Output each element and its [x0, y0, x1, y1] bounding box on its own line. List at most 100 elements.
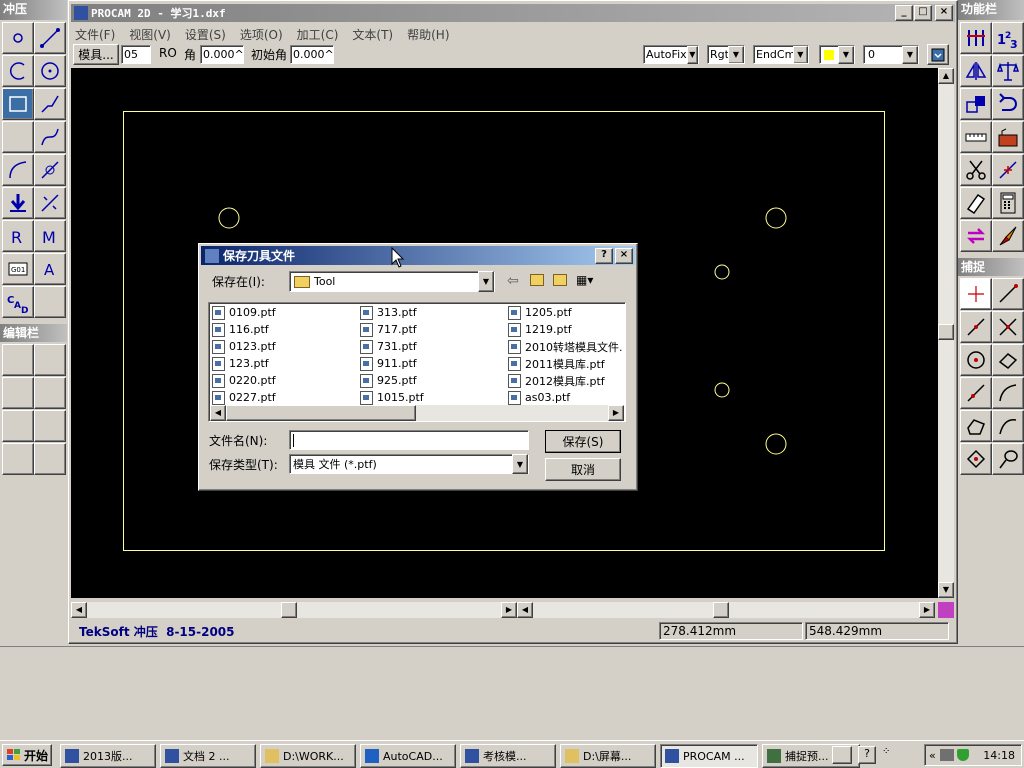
file-item[interactable]: 0227.ptf	[212, 389, 360, 406]
layer-manager-button[interactable]	[927, 44, 949, 65]
menu-settings[interactable]: 设置(S)	[185, 26, 226, 43]
file-item[interactable]: 925.ptf	[360, 372, 508, 389]
scroll-right-button[interactable]: ▶	[501, 602, 517, 618]
die-button[interactable]: 模具...	[73, 44, 119, 65]
snap-cross-button[interactable]	[960, 278, 992, 310]
filetype-select[interactable]: 模具 文件 (*.ptf) ▼	[289, 454, 529, 474]
file-item[interactable]: 123.ptf	[212, 355, 360, 372]
sequence-button[interactable]	[960, 22, 992, 54]
snap-tangent-button[interactable]	[992, 377, 1024, 409]
scroll-up-button[interactable]: ▲	[938, 68, 954, 84]
copy-button[interactable]	[960, 88, 992, 120]
save-in-select[interactable]: Tool ▼	[289, 271, 495, 292]
file-item[interactable]: 2012模具库.ptf	[508, 372, 626, 389]
snap-polygon-button[interactable]	[960, 410, 992, 442]
polyline-tool-button[interactable]	[34, 88, 66, 120]
macro-tool-button[interactable]: M	[34, 220, 66, 252]
menu-text[interactable]: 文本(T)	[352, 26, 393, 43]
cad-tool-button[interactable]: CAD	[2, 286, 34, 318]
menu-help[interactable]: 帮助(H)	[407, 26, 449, 43]
file-item[interactable]: 717.ptf	[360, 321, 508, 338]
snap-center-button[interactable]	[960, 344, 992, 376]
new-folder-icon[interactable]	[553, 274, 567, 286]
explode-button[interactable]	[992, 154, 1024, 186]
scroll-right-button[interactable]: ▶	[919, 602, 935, 618]
vertical-scrollbar[interactable]: ▲ ▼	[938, 68, 954, 598]
paint-button[interactable]	[992, 220, 1024, 252]
snap-perp-button[interactable]	[960, 443, 992, 475]
keyboard-icon[interactable]	[832, 746, 852, 764]
edit-slot[interactable]	[34, 377, 66, 409]
tray-expand-icon[interactable]: «	[929, 749, 936, 762]
start-button[interactable]: 开始	[2, 744, 52, 766]
help-button[interactable]: ?	[595, 247, 613, 264]
endcmp-select[interactable]: EndCmp▼	[753, 45, 809, 64]
scroll-thumb-horizontal[interactable]	[713, 602, 729, 618]
snap-end-button[interactable]	[992, 278, 1024, 310]
taskbar-item[interactable]: 考核模...	[460, 744, 556, 768]
numbering-button[interactable]: 123	[992, 22, 1024, 54]
punch-tool-button[interactable]	[2, 187, 34, 219]
snap-nearest-button[interactable]	[960, 377, 992, 409]
scroll-thumb-vertical[interactable]	[938, 324, 954, 340]
circle-tool-button[interactable]	[34, 55, 66, 87]
fillet-tool-button[interactable]	[2, 154, 34, 186]
scatter-tool-button[interactable]	[34, 187, 66, 219]
die-input[interactable]: 05	[121, 45, 151, 64]
cancel-button[interactable]: 取消	[545, 458, 621, 481]
menu-machining[interactable]: 加工(C)	[297, 26, 339, 43]
color-select[interactable]: ▼	[819, 45, 855, 64]
reference-tool-button[interactable]: R	[2, 220, 34, 252]
file-item[interactable]: 0109.ptf	[212, 304, 360, 321]
spline-tool-button[interactable]	[34, 121, 66, 153]
trim-tool-button[interactable]	[34, 154, 66, 186]
edit-slot[interactable]	[34, 410, 66, 442]
snap-intersect-button[interactable]	[992, 311, 1024, 343]
save-button[interactable]: 保存(S)	[545, 430, 621, 453]
edit-slot[interactable]	[2, 377, 34, 409]
gcode-tool-button[interactable]: G01	[2, 253, 34, 285]
file-item[interactable]: 0123.ptf	[212, 338, 360, 355]
toolbox-button[interactable]	[992, 121, 1024, 153]
rgt-select[interactable]: Rgt ▼	[707, 45, 745, 64]
file-list-hscroll[interactable]: ◀ ▶	[210, 405, 624, 421]
file-item[interactable]: 1205.ptf	[508, 304, 626, 321]
maximize-button[interactable]: □	[914, 5, 932, 21]
line-tool-button[interactable]	[34, 22, 66, 54]
arc-tool-button[interactable]	[2, 55, 34, 87]
horizontal-scrollbar-left[interactable]: ◀ ▶	[71, 602, 517, 618]
measure-button[interactable]	[960, 121, 992, 153]
menu-view[interactable]: 视图(V)	[129, 26, 171, 43]
edit-slot[interactable]	[34, 443, 66, 475]
filename-input[interactable]	[289, 430, 529, 450]
file-item[interactable]: 1015.ptf	[360, 389, 508, 406]
calculator-button[interactable]	[992, 187, 1024, 219]
horizontal-scrollbar-right[interactable]: ◀ ▶	[517, 602, 935, 618]
taskbar-item[interactable]: PROCAM ...	[660, 744, 758, 768]
taskbar-item[interactable]: D:\屏幕...	[560, 744, 656, 768]
scroll-left-button[interactable]: ◀	[71, 602, 87, 618]
angle-input[interactable]: 0.000^	[200, 45, 244, 64]
autofix-select[interactable]: AutoFix ▼	[643, 45, 699, 64]
scroll-down-button[interactable]: ▼	[938, 582, 954, 598]
up-folder-icon[interactable]	[530, 274, 544, 286]
security-shield-icon[interactable]	[956, 749, 969, 761]
layer-select[interactable]: 0 ▼	[863, 45, 919, 64]
cut-button[interactable]	[960, 154, 992, 186]
file-item[interactable]: 2010转塔模具文件.	[508, 338, 626, 355]
point-tool-button[interactable]	[2, 22, 34, 54]
file-item[interactable]: 2011模具库.ptf	[508, 355, 626, 372]
edit-slot[interactable]	[2, 443, 34, 475]
snap-curve-button[interactable]	[992, 410, 1024, 442]
snap-quadrant-button[interactable]	[992, 344, 1024, 376]
minimize-button[interactable]: _	[895, 5, 913, 21]
erase-button[interactable]	[960, 187, 992, 219]
file-item[interactable]: 731.ptf	[360, 338, 508, 355]
menu-file[interactable]: 文件(F)	[75, 26, 115, 43]
file-item[interactable]: 116.ptf	[212, 321, 360, 338]
network-icon[interactable]	[939, 749, 954, 761]
file-item[interactable]: 0220.ptf	[212, 372, 360, 389]
rect-tool-button[interactable]	[2, 88, 34, 120]
snap-select-button[interactable]	[992, 443, 1024, 475]
back-arrow-icon[interactable]: ⇦	[507, 273, 519, 289]
